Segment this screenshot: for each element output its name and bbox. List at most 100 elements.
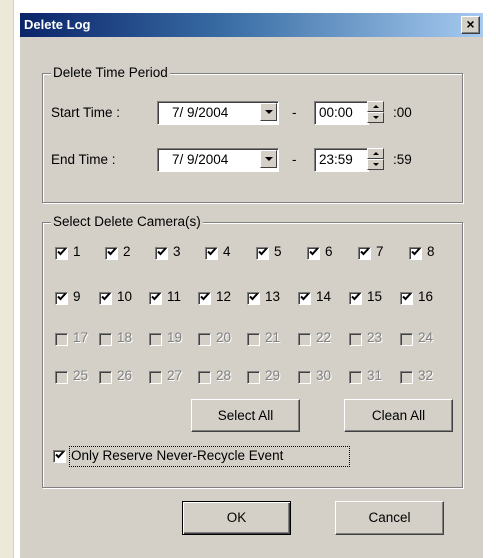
camera-label: 17 (73, 330, 89, 345)
checkmark-icon (351, 292, 361, 301)
camera-checkbox (247, 333, 260, 346)
checkmark-icon (57, 292, 67, 301)
camera-label: 32 (418, 368, 434, 383)
start-date-dropdown-button[interactable] (260, 103, 277, 121)
end-time-down-button[interactable] (367, 159, 384, 170)
camera-label[interactable]: 15 (367, 289, 382, 304)
end-time-spinner[interactable] (367, 148, 384, 170)
camera-label: 27 (167, 368, 183, 383)
background-window-strip (0, 0, 13, 558)
checkmark-icon (55, 450, 65, 459)
camera-label: 23 (367, 330, 383, 345)
camera-checkbox (247, 371, 260, 384)
camera-label[interactable]: 13 (265, 289, 280, 304)
checkmark-icon (300, 292, 310, 301)
camera-label: 31 (367, 368, 383, 383)
close-icon: × (466, 16, 475, 32)
ok-button[interactable]: OK (182, 501, 291, 535)
ok-label: OK (226, 510, 247, 525)
start-time-spinner[interactable] (367, 101, 384, 123)
reserve-checkbox[interactable] (53, 450, 66, 463)
camera-checkbox[interactable] (55, 247, 68, 260)
camera-label: 20 (216, 330, 232, 345)
camera-checkbox[interactable] (55, 292, 68, 305)
camera-label[interactable]: 6 (325, 244, 333, 259)
camera-checkbox (400, 333, 413, 346)
close-button[interactable]: × (461, 16, 480, 34)
camera-checkbox[interactable] (99, 292, 112, 305)
checkmark-icon (157, 247, 167, 256)
camera-checkbox[interactable] (155, 247, 168, 260)
camera-label: 22 (316, 330, 332, 345)
camera-label: 21 (265, 330, 281, 345)
end-date-value: 7/ 9/2004 (172, 152, 229, 167)
end-time-field[interactable]: 23:59 (314, 148, 369, 172)
start-time-field[interactable]: 00:00 (314, 101, 369, 125)
camera-checkbox (149, 333, 162, 346)
start-time-value: 00:00 (319, 105, 353, 120)
title-bar[interactable]: Delete Log × (20, 13, 483, 37)
start-date-value: 7/ 9/2004 (172, 105, 229, 120)
camera-label: 30 (316, 368, 332, 383)
camera-label[interactable]: 3 (173, 244, 181, 259)
camera-label[interactable]: 5 (274, 244, 282, 259)
camera-label: 18 (117, 330, 133, 345)
camera-label[interactable]: 16 (418, 289, 433, 304)
cancel-label: Cancel (368, 510, 411, 525)
camera-checkbox (99, 333, 112, 346)
camera-checkbox[interactable] (349, 292, 362, 305)
camera-label[interactable]: 9 (73, 289, 81, 304)
camera-label[interactable]: 12 (216, 289, 231, 304)
checkmark-icon (57, 247, 67, 256)
delete-log-dialog: Delete Log × Delete Time Period Start Ti… (19, 13, 483, 558)
dialog-title: Delete Log (24, 17, 91, 32)
camera-checkbox[interactable] (307, 247, 320, 260)
end-separator: - (292, 152, 297, 167)
camera-label[interactable]: 4 (223, 244, 231, 259)
clean-all-button[interactable]: Clean All (344, 399, 453, 432)
camera-checkbox[interactable] (358, 247, 371, 260)
camera-checkbox[interactable] (409, 247, 422, 260)
start-time-up-button[interactable] (367, 101, 384, 112)
camera-select-legend: Select Delete Camera(s) (51, 214, 203, 229)
chevron-down-icon (265, 157, 273, 161)
camera-label[interactable]: 2 (123, 244, 131, 259)
end-time-up-button[interactable] (367, 148, 384, 159)
camera-checkbox (99, 371, 112, 384)
checkmark-icon (360, 247, 370, 256)
start-time-down-button[interactable] (367, 112, 384, 123)
camera-checkbox (55, 333, 68, 346)
end-time-value: 23:59 (319, 152, 353, 167)
camera-checkbox (55, 371, 68, 384)
arrow-down-icon (373, 116, 379, 119)
reserve-label[interactable]: Only Reserve Never-Recycle Event (71, 448, 283, 463)
camera-checkbox[interactable] (256, 247, 269, 260)
end-date-combo[interactable]: 7/ 9/2004 (157, 148, 279, 172)
end-date-dropdown-button[interactable] (260, 150, 277, 168)
camera-checkbox (198, 333, 211, 346)
camera-label[interactable]: 1 (73, 244, 81, 259)
camera-checkbox[interactable] (205, 247, 218, 260)
checkmark-icon (249, 292, 259, 301)
checkmark-icon (411, 247, 421, 256)
camera-label[interactable]: 10 (117, 289, 132, 304)
camera-checkbox[interactable] (105, 247, 118, 260)
camera-label[interactable]: 8 (427, 244, 435, 259)
checkmark-icon (402, 292, 412, 301)
camera-checkbox[interactable] (198, 292, 211, 305)
camera-label[interactable]: 11 (167, 289, 181, 304)
camera-checkbox[interactable] (298, 292, 311, 305)
camera-checkbox (149, 371, 162, 384)
camera-checkbox[interactable] (400, 292, 413, 305)
camera-label: 19 (167, 330, 183, 345)
start-date-combo[interactable]: 7/ 9/2004 (157, 101, 279, 125)
checkmark-icon (107, 247, 117, 256)
camera-label[interactable]: 14 (316, 289, 331, 304)
camera-checkbox[interactable] (247, 292, 260, 305)
camera-checkbox (349, 371, 362, 384)
select-all-button[interactable]: Select All (191, 399, 300, 432)
camera-checkbox[interactable] (149, 292, 162, 305)
cancel-button[interactable]: Cancel (335, 501, 444, 535)
camera-label[interactable]: 7 (376, 244, 384, 259)
camera-checkbox (198, 371, 211, 384)
